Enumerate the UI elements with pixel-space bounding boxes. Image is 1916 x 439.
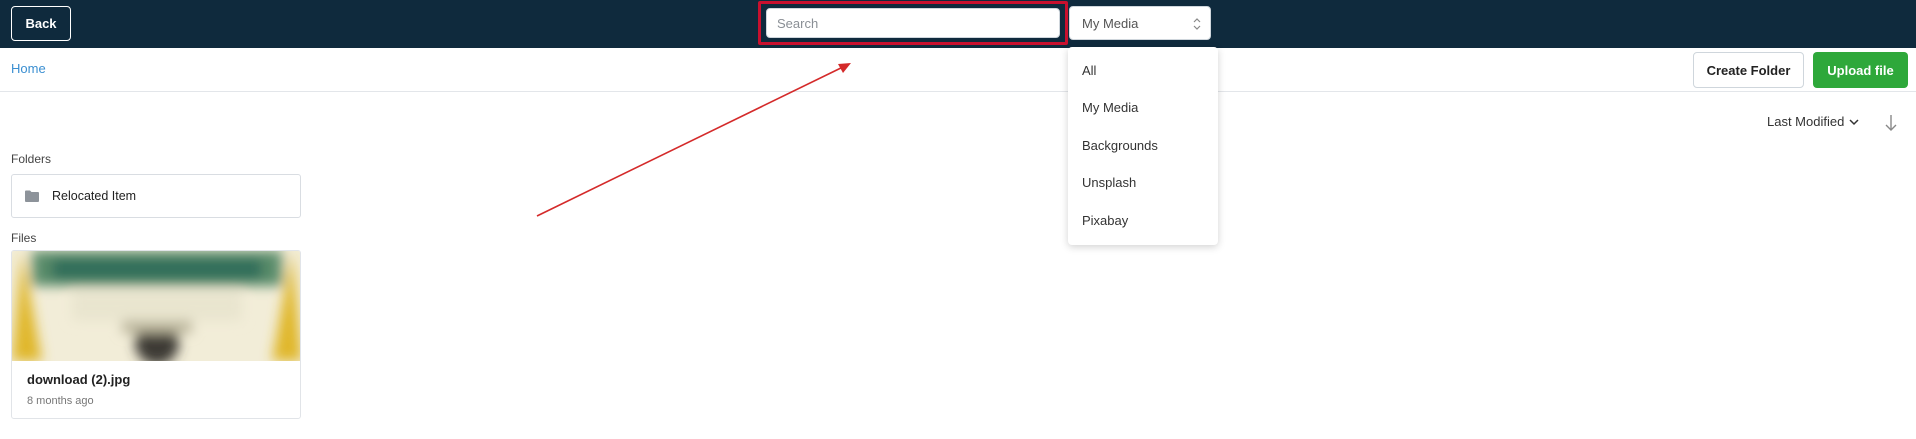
file-modified-date: 8 months ago: [27, 395, 94, 407]
folder-icon: [25, 190, 39, 202]
upload-file-button[interactable]: Upload file: [1813, 52, 1908, 88]
folder-item[interactable]: Relocated Item: [11, 174, 301, 218]
chevron-down-icon: [1849, 118, 1859, 125]
folder-name: Relocated Item: [52, 189, 137, 203]
breadcrumb-home-link[interactable]: Home: [11, 61, 46, 76]
breadcrumb-bar: Home Create Folder Upload file: [0, 48, 1916, 92]
file-thumbnail: [12, 251, 300, 361]
sort-label: Last Modified: [1767, 114, 1845, 129]
media-source-selected: My Media: [1082, 15, 1139, 31]
dropdown-option-my-media[interactable]: My Media: [1082, 100, 1138, 115]
create-folder-button[interactable]: Create Folder: [1693, 52, 1804, 88]
search-input[interactable]: [766, 8, 1060, 38]
dropdown-option-backgrounds[interactable]: Backgrounds: [1082, 138, 1158, 153]
media-source-select[interactable]: My Media: [1069, 6, 1211, 40]
sort-dropdown[interactable]: Last Modified: [1767, 114, 1859, 129]
folders-heading: Folders: [11, 152, 52, 166]
file-card[interactable]: download (2).jpg 8 months ago: [11, 250, 301, 419]
updown-chevron-icon: [1193, 18, 1201, 30]
dropdown-option-unsplash[interactable]: Unsplash: [1082, 175, 1136, 190]
search-highlight-annotation: [758, 1, 1068, 45]
files-heading: Files: [11, 231, 37, 245]
file-name: download (2).jpg: [27, 372, 131, 387]
arrow-down-icon[interactable]: [1884, 114, 1898, 132]
media-source-dropdown-menu: All My Media Backgrounds Unsplash Pixaba…: [1068, 47, 1218, 245]
dropdown-option-pixabay[interactable]: Pixabay: [1082, 213, 1128, 228]
back-button[interactable]: Back: [11, 6, 71, 41]
dropdown-option-all[interactable]: All: [1082, 63, 1096, 78]
top-bar: Back My Media: [0, 0, 1916, 48]
